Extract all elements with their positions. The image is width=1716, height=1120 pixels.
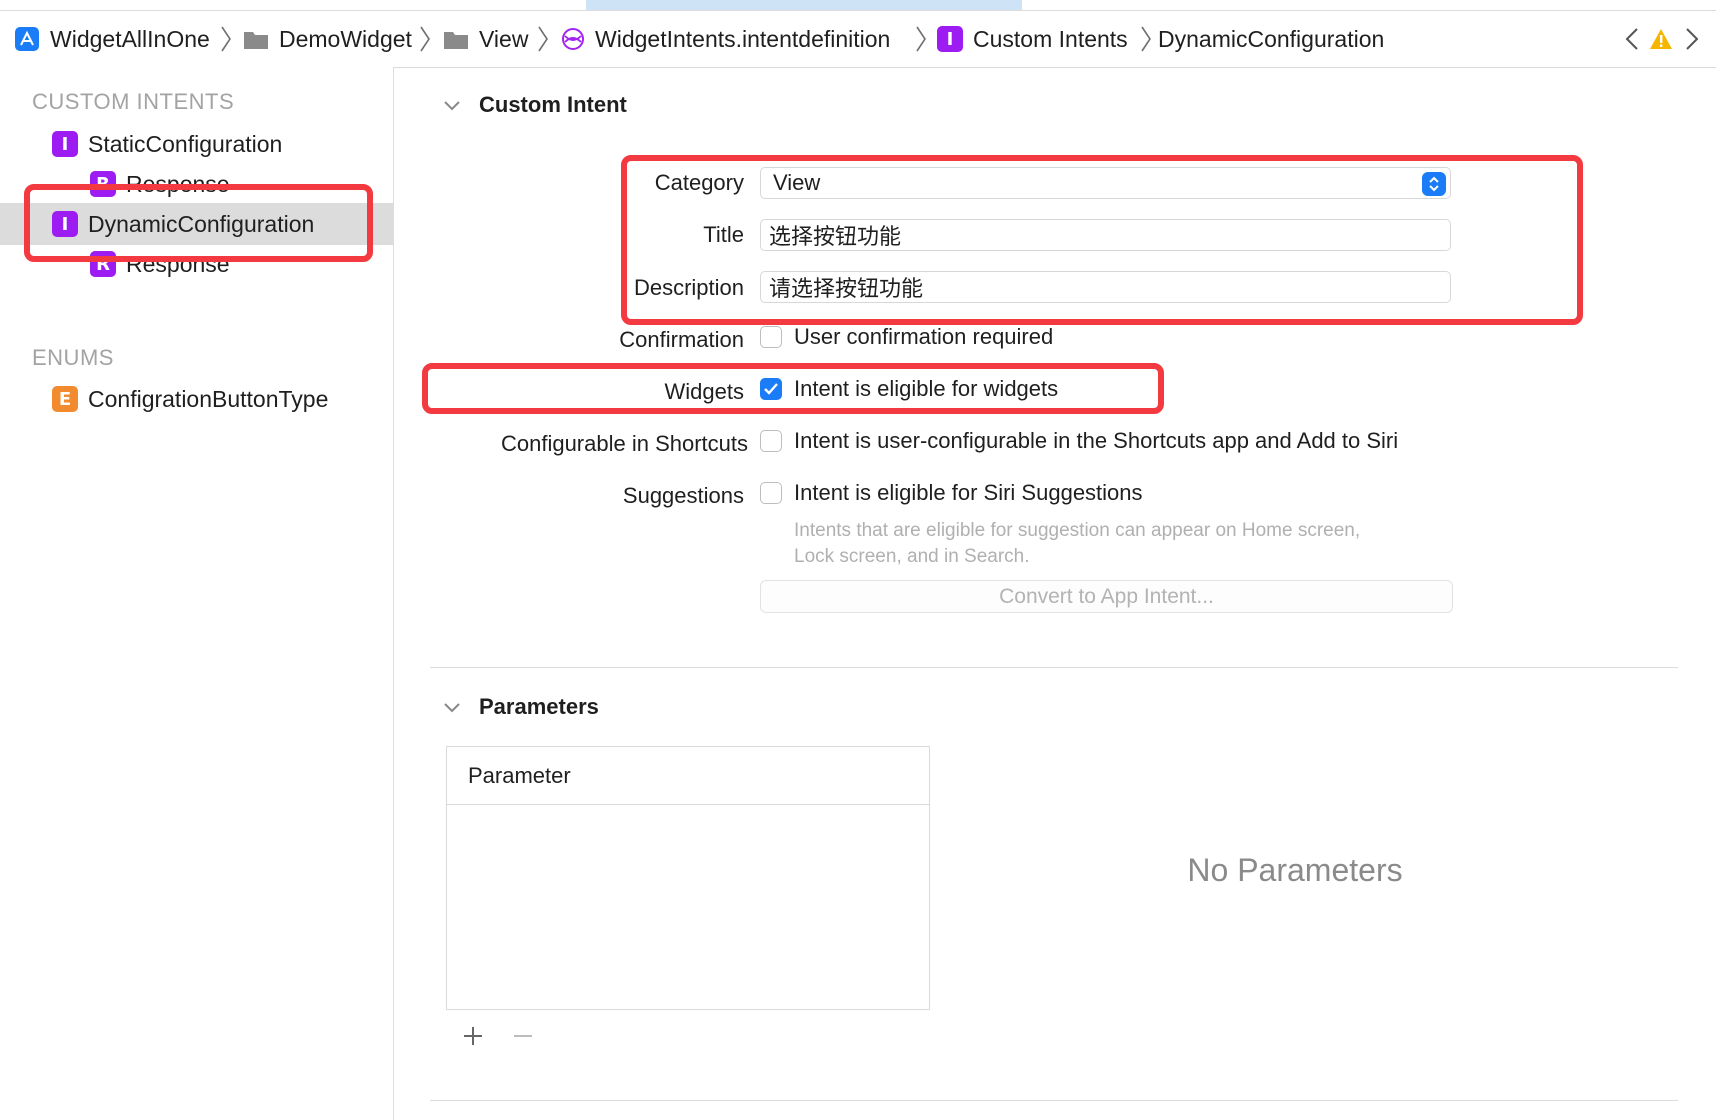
suggestions-checkbox[interactable] xyxy=(760,482,782,504)
suggestions-label: Suggestions xyxy=(622,483,744,508)
breadcrumb-label: DemoWidget xyxy=(279,25,412,52)
breadcrumb-project[interactable]: WidgetAllInOne xyxy=(14,11,210,67)
breadcrumb-view[interactable]: View xyxy=(443,11,528,67)
convert-to-app-intent-button[interactable]: Convert to App Intent... xyxy=(760,580,1453,613)
custom-intent-disclosure[interactable]: Custom Intent xyxy=(443,92,627,118)
intent-badge-icon: I xyxy=(52,131,78,157)
sidebar-item-label: Response xyxy=(126,250,230,277)
section-title: Custom Intent xyxy=(479,92,627,117)
shortcuts-checkbox[interactable] xyxy=(760,430,782,452)
breadcrumb-label: WidgetIntents.intentdefinition xyxy=(595,25,891,52)
parameters-disclosure[interactable]: Parameters xyxy=(443,694,599,720)
sidebar-item-dynamicconfiguration[interactable]: I DynamicConfiguration xyxy=(52,206,314,242)
minus-icon xyxy=(514,1035,532,1037)
confirmation-checkbox[interactable] xyxy=(760,326,782,348)
plus-icon xyxy=(464,1027,482,1045)
jump-bar: WidgetAllInOne DemoWidget View WidgetInt… xyxy=(0,10,1716,68)
sidebar-item-label: DynamicConfiguration xyxy=(88,210,315,237)
shortcuts-checkbox-row[interactable]: Intent is user-configurable in the Short… xyxy=(760,428,1398,454)
enum-badge-icon: E xyxy=(52,386,78,412)
section-divider xyxy=(430,667,1678,668)
breadcrumb-dynamicconfiguration[interactable]: DynamicConfiguration xyxy=(1158,11,1384,67)
custom-intents-header: CUSTOM INTENTS xyxy=(32,89,235,114)
breadcrumb-label: View xyxy=(479,25,529,52)
suggestions-text: Intent is eligible for Siri Suggestions xyxy=(794,480,1143,505)
chevron-down-icon xyxy=(443,694,461,720)
intent-badge-icon: I xyxy=(52,211,78,237)
folder-icon xyxy=(243,28,269,50)
sidebar-item-staticconfiguration[interactable]: I StaticConfiguration xyxy=(52,126,282,162)
breadcrumb-intentdefinition[interactable]: WidgetIntents.intentdefinition xyxy=(561,11,890,67)
breadcrumb-separator-icon xyxy=(220,11,232,67)
description-value: 请选择按钮功能 xyxy=(769,276,924,301)
active-tab-indicator xyxy=(586,0,1022,10)
breadcrumb-custom-intents[interactable]: I Custom Intents xyxy=(937,11,1128,67)
sidebar-item-label: StaticConfiguration xyxy=(88,130,283,157)
xcode-project-icon xyxy=(14,26,40,52)
chevron-down-icon xyxy=(443,92,461,118)
suggestions-help-text: Intents that are eligible for suggestion… xyxy=(794,518,1454,570)
navigate-forward-icon[interactable] xyxy=(1680,25,1704,53)
breadcrumb-demowidget[interactable]: DemoWidget xyxy=(243,11,412,67)
sidebar-item-label: ConfigrationButtonType xyxy=(88,385,329,412)
parameters-table[interactable]: Parameter xyxy=(446,746,930,1010)
suggestions-checkbox-row[interactable]: Intent is eligible for Siri Suggestions xyxy=(760,480,1143,506)
sidebar-item-label: Response xyxy=(126,170,230,197)
confirmation-text: User confirmation required xyxy=(794,324,1054,349)
category-popup[interactable]: View xyxy=(760,167,1451,199)
breadcrumb-separator-icon xyxy=(915,11,927,67)
parameter-column-header: Parameter xyxy=(447,747,929,805)
title-field[interactable]: 选择按钮功能 xyxy=(760,219,1451,251)
confirmation-label: Confirmation xyxy=(619,327,744,352)
sidebar-item-static-response[interactable]: R Response xyxy=(90,166,230,202)
suggestions-help-line: Lock screen, and in Search. xyxy=(794,546,1030,567)
navigate-back-icon[interactable] xyxy=(1620,25,1644,53)
sidebar: CUSTOM INTENTS I StaticConfiguration R R… xyxy=(0,67,394,1120)
breadcrumb-label: WidgetAllInOne xyxy=(50,25,210,52)
remove-parameter-button[interactable] xyxy=(508,1021,538,1051)
widgets-checkbox-row[interactable]: Intent is eligible for widgets xyxy=(760,376,1058,402)
folder-icon xyxy=(443,28,469,50)
breadcrumb-separator-icon xyxy=(419,11,431,67)
widgets-text: Intent is eligible for widgets xyxy=(794,376,1059,401)
response-badge-icon: R xyxy=(90,171,116,197)
category-value: View xyxy=(773,170,821,195)
category-label: Category xyxy=(654,170,744,195)
popup-stepper-icon xyxy=(1422,172,1446,196)
intent-definition-icon xyxy=(561,27,585,51)
add-parameter-button[interactable] xyxy=(458,1021,488,1051)
description-field[interactable]: 请选择按钮功能 xyxy=(760,271,1451,303)
confirmation-checkbox-row[interactable]: User confirmation required xyxy=(760,324,1053,350)
breadcrumb-label: Custom Intents xyxy=(973,25,1128,52)
section-divider xyxy=(430,1100,1678,1101)
response-badge-icon: R xyxy=(90,251,116,277)
title-label: Title xyxy=(703,222,744,247)
enums-header: ENUMS xyxy=(32,345,114,370)
suggestions-help-line: Intents that are eligible for suggestion… xyxy=(794,520,1361,541)
shortcuts-label: Configurable in Shortcuts xyxy=(500,431,748,456)
no-parameters-placeholder: No Parameters xyxy=(1187,852,1403,888)
sidebar-item-dynamic-response[interactable]: R Response xyxy=(90,246,230,282)
breadcrumb-separator-icon xyxy=(537,11,549,67)
title-value: 选择按钮功能 xyxy=(769,224,902,249)
sidebar-item-configrationbuttontype[interactable]: E ConfigrationButtonType xyxy=(52,381,328,417)
widgets-checkbox[interactable] xyxy=(760,378,782,400)
shortcuts-text: Intent is user-configurable in the Short… xyxy=(794,428,1399,453)
breadcrumb-label: DynamicConfiguration xyxy=(1158,25,1385,52)
description-label: Description xyxy=(633,275,744,300)
checkmark-icon xyxy=(764,383,778,395)
widgets-label: Widgets xyxy=(664,379,744,404)
warning-icon[interactable] xyxy=(1648,25,1674,53)
breadcrumb-separator-icon xyxy=(1140,11,1152,67)
section-title: Parameters xyxy=(479,694,599,719)
intent-badge-icon: I xyxy=(937,26,963,52)
